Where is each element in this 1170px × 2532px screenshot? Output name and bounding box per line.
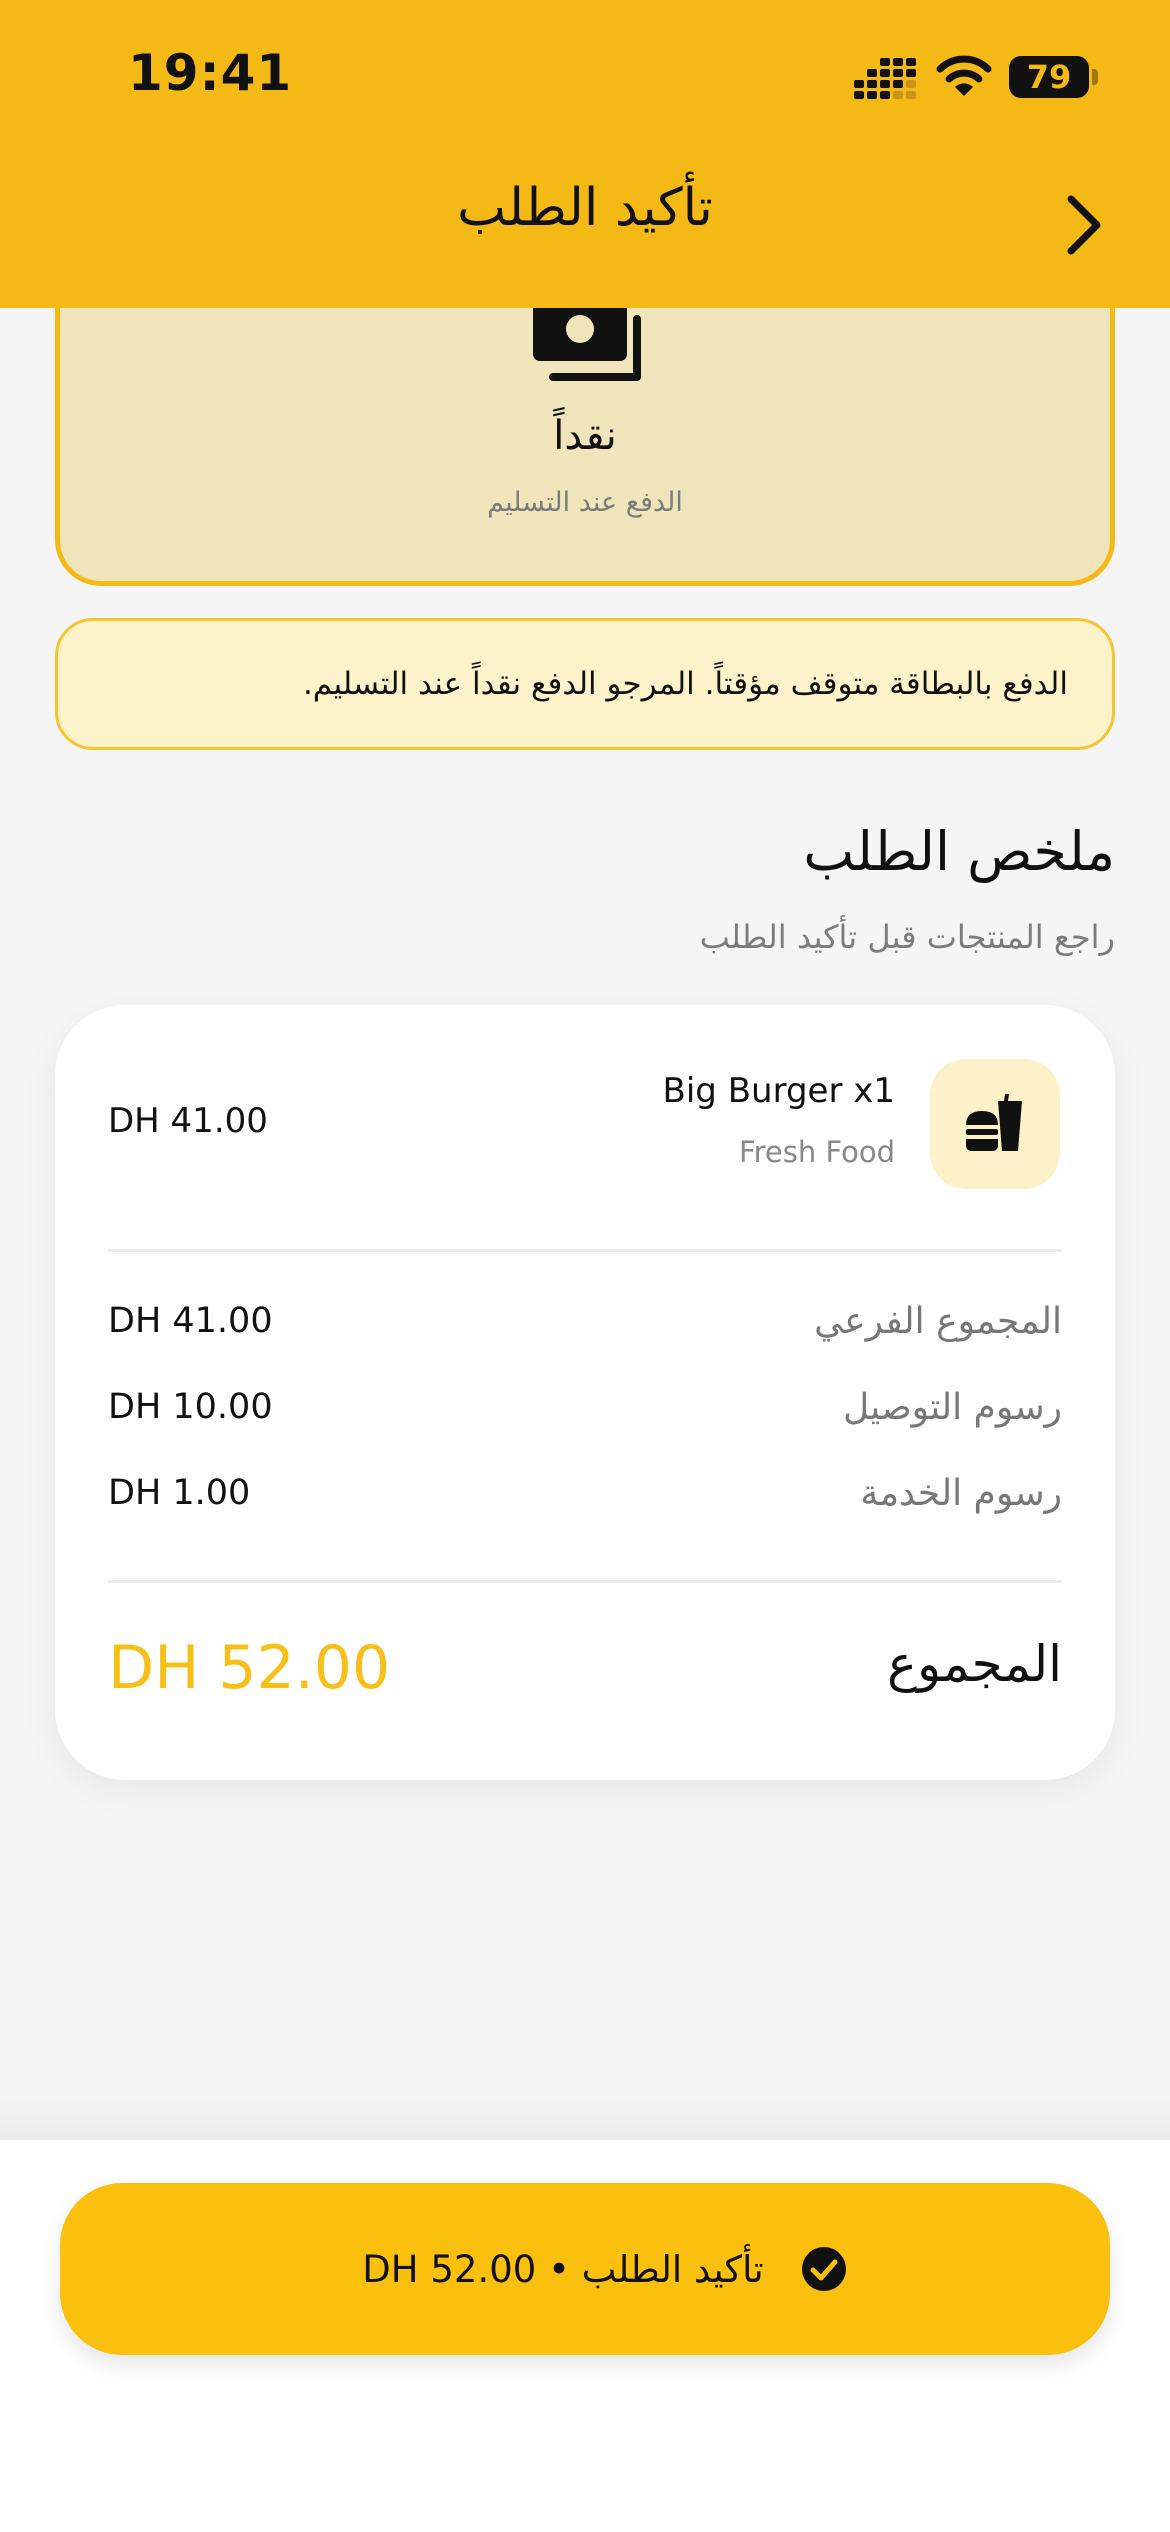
cash-icon xyxy=(533,297,641,381)
battery-cap xyxy=(1092,69,1098,85)
service-fee-value: DH 1.00 xyxy=(108,1473,251,1513)
card-payment-notice: الدفع بالبطاقة متوقف مؤقتاً. المرجو الدف… xyxy=(55,618,1115,750)
bottom-bar-shadow xyxy=(0,2090,1170,2140)
payment-method-title: نقداً xyxy=(553,413,617,459)
app-header: 19:41 79 تأكيد الطلب xyxy=(0,0,1170,308)
delivery-fee-value: DH 10.00 xyxy=(108,1387,273,1427)
cellular-signal-icon xyxy=(854,58,916,99)
page-title: تأكيد الطلب xyxy=(457,178,713,238)
service-fee-label: رسوم الخدمة xyxy=(860,1473,1062,1514)
subtotal-value: DH 41.00 xyxy=(108,1301,273,1341)
product-vendor: Fresh Food xyxy=(739,1135,895,1169)
fastfood-icon xyxy=(966,1094,1022,1151)
divider xyxy=(108,1249,1062,1252)
summary-title: ملخص الطلب xyxy=(803,820,1115,883)
order-summary-card: Big Burger x1 Fresh Food DH 41.00 المجمو… xyxy=(55,1005,1115,1780)
payment-method-subtitle: الدفع عند التسليم xyxy=(487,487,683,518)
status-time: 19:41 xyxy=(128,44,293,102)
divider xyxy=(108,1580,1062,1583)
wifi-icon xyxy=(936,55,992,96)
total-value: DH 52.00 xyxy=(108,1633,391,1703)
back-button[interactable] xyxy=(1040,180,1130,270)
product-thumbnail xyxy=(930,1059,1060,1189)
confirm-order-label: تأكيد الطلب • 52.00 DH xyxy=(362,2247,764,2291)
subtotal-label: المجموع الفرعي xyxy=(814,1301,1062,1342)
notice-text: الدفع بالبطاقة متوقف مؤقتاً. المرجو الدف… xyxy=(302,666,1068,702)
product-name: Big Burger x1 xyxy=(662,1071,895,1111)
battery-level: 79 xyxy=(1026,58,1072,96)
confirm-order-button[interactable]: تأكيد الطلب • 52.00 DH xyxy=(60,2183,1110,2355)
summary-subtitle: راجع المنتجات قبل تأكيد الطلب xyxy=(699,918,1115,956)
delivery-fee-label: رسوم التوصيل xyxy=(842,1387,1062,1428)
product-price: DH 41.00 xyxy=(108,1101,268,1141)
check-circle-icon xyxy=(801,2247,846,2291)
total-label: المجموع xyxy=(887,1635,1062,1693)
battery-icon: 79 xyxy=(1009,56,1089,98)
chevron-right-icon xyxy=(1067,195,1101,255)
